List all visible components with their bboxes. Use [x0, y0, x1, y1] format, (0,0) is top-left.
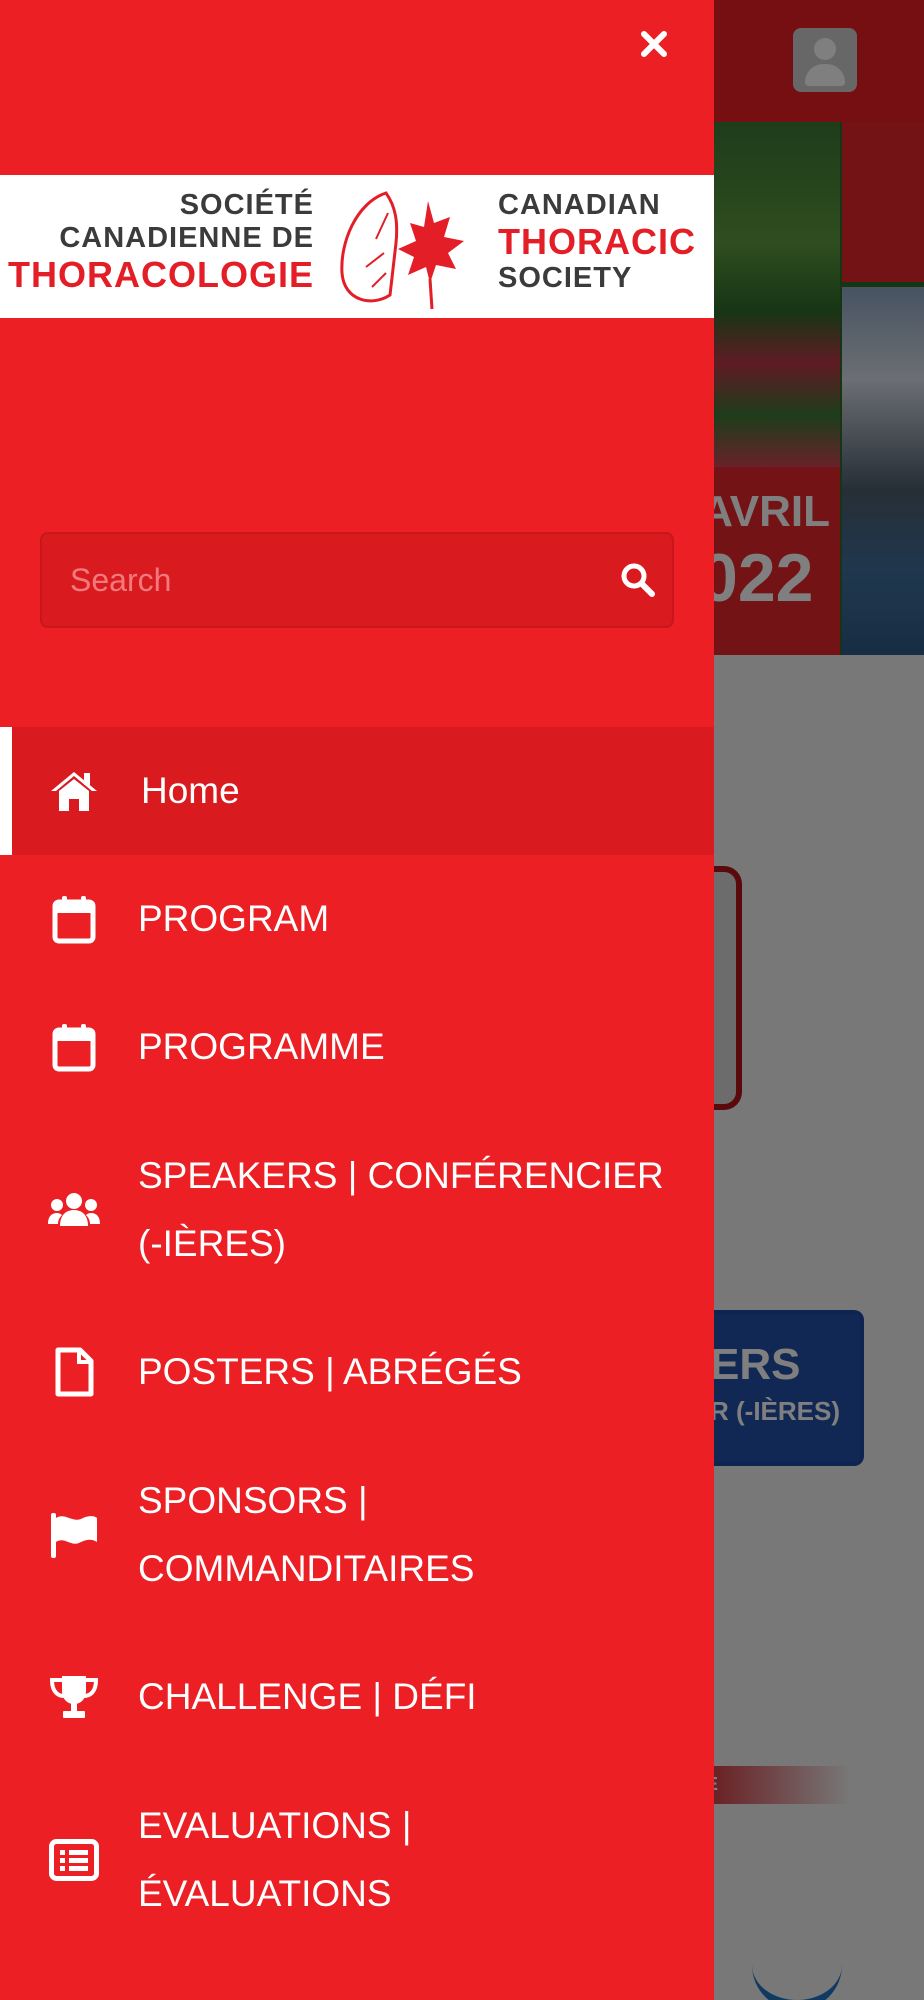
lung-maple-leaf-icon — [340, 191, 464, 310]
calendar-icon — [48, 1021, 100, 1073]
close-drawer-button[interactable] — [628, 18, 680, 70]
logo-en-line1: CANADIAN — [498, 189, 661, 221]
search-box — [40, 532, 674, 628]
calendar-icon — [48, 893, 100, 945]
search-icon[interactable] — [618, 560, 658, 600]
menu-item-sponsors[interactable]: SPONSORS | COMMANDITAIRES — [0, 1436, 714, 1633]
menu-item-label: EVALUATIONS | ÉVALUATIONS — [138, 1804, 412, 1914]
menu-item-program[interactable]: PROGRAM — [0, 855, 714, 983]
menu-item-label: SPEAKERS | CONFÉRENCIER (-IÈRES) — [138, 1154, 664, 1264]
logo-french-text: SOCIÉTÉ CANADIENNE DE THORACOLOGIE — [8, 191, 314, 293]
drawer-menu: Home PROGRAM PROGRAMME SPEAKERS | CONFÉR… — [0, 727, 714, 1958]
menu-item-label: Home — [141, 770, 240, 811]
society-logo: SOCIÉTÉ CANADIENNE DE THORACOLOGIE CANAD… — [0, 175, 714, 318]
logo-fr-line1: SOCIÉTÉ — [179, 189, 314, 221]
menu-item-posters[interactable]: POSTERS | ABRÉGÉS — [0, 1308, 714, 1436]
menu-item-challenge[interactable]: CHALLENGE | DÉFI — [0, 1633, 714, 1761]
search-input[interactable] — [70, 534, 610, 626]
menu-item-label: PROGRAM — [138, 898, 330, 939]
navigation-drawer: SOCIÉTÉ CANADIENNE DE THORACOLOGIE CANAD… — [0, 0, 714, 2000]
users-icon — [48, 1184, 100, 1236]
close-icon — [641, 31, 667, 57]
list-icon — [48, 1834, 100, 1886]
logo-fr-line2: CANADIENNE DE — [59, 222, 314, 254]
menu-item-label: SPONSORS | COMMANDITAIRES — [138, 1479, 475, 1589]
logo-english-text: CANADIAN THORACIC SOCIETY — [498, 191, 696, 293]
home-icon — [48, 765, 100, 817]
menu-item-programme[interactable]: PROGRAMME — [0, 983, 714, 1111]
menu-item-label: PROGRAMME — [138, 1026, 385, 1067]
menu-item-speakers[interactable]: SPEAKERS | CONFÉRENCIER (-IÈRES) — [0, 1111, 714, 1308]
logo-en-line2: THORACIC — [498, 221, 696, 262]
logo-fr-line3: THORACOLOGIE — [8, 254, 314, 295]
menu-item-home[interactable]: Home — [0, 727, 714, 855]
logo-en-line3: SOCIETY — [498, 262, 633, 294]
trophy-icon — [48, 1671, 100, 1723]
flag-icon — [48, 1509, 100, 1561]
menu-item-label: CHALLENGE | DÉFI — [138, 1676, 477, 1717]
file-icon — [48, 1346, 100, 1398]
menu-item-evaluations[interactable]: EVALUATIONS | ÉVALUATIONS — [0, 1761, 714, 1958]
menu-item-label: POSTERS | ABRÉGÉS — [138, 1351, 522, 1392]
